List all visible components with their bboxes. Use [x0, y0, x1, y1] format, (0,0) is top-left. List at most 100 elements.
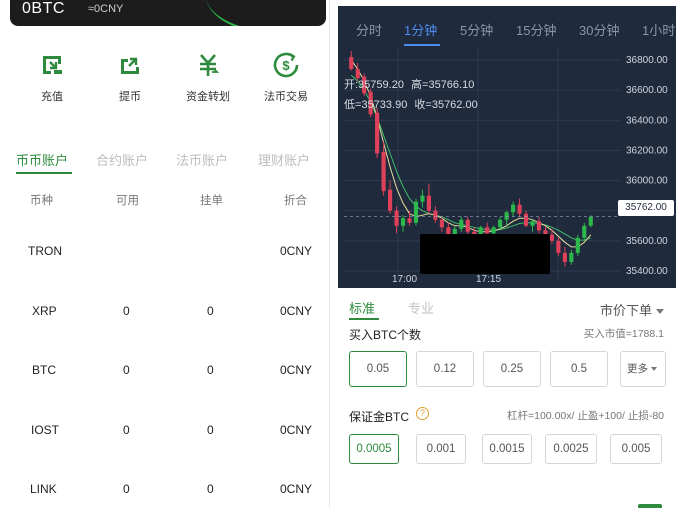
y-tick-label: 36400.00 [626, 115, 668, 126]
y-tick-label: 35400.00 [626, 266, 668, 277]
ohlc-low-close: 低=35733.90 收=35762.00 [344, 96, 478, 112]
tab-period-1m[interactable]: 1分钟 [404, 20, 437, 39]
deposit-label: 充值 [41, 91, 63, 103]
row-coin: LINK [30, 482, 57, 496]
row-coin: XRP [32, 304, 57, 318]
candle-body [433, 210, 438, 220]
tab-period-timeline[interactable]: 分时 [356, 20, 382, 39]
chevron-down-icon [656, 309, 664, 315]
fiat-trade-label: 法币交易 [264, 91, 308, 103]
active-tab-indicator [16, 172, 72, 174]
y-tick-label: 35600.00 [626, 236, 668, 247]
row-coin: BTC [32, 363, 56, 377]
candle-body [569, 252, 574, 262]
candle-body [575, 237, 580, 253]
withdraw-label: 提币 [119, 91, 141, 103]
candle-body [491, 227, 496, 234]
tab-fiat-account[interactable]: 法币账户 [176, 150, 228, 169]
y-tick-label: 36000.00 [626, 176, 668, 187]
active-period-indicator [404, 44, 440, 46]
header-value: 折合 [284, 195, 307, 207]
candle-body [562, 252, 567, 262]
asset-row-iost[interactable]: IOST 0 0 0CNY [0, 423, 329, 443]
leverage-info: 杠杆=100.00x/ 止盈+100/ 止损-80 [507, 410, 664, 422]
deposit-icon [37, 50, 67, 80]
withdraw-button[interactable]: 提币 [90, 50, 170, 104]
ohlc-open-high: 开:35759.20 高=35766.10 [344, 76, 474, 92]
close-value: 35762.00 [431, 99, 478, 111]
tab-contract-account[interactable]: 合约账户 [96, 150, 148, 169]
x-label-1700: 17:00 [392, 274, 418, 285]
transfer-button[interactable]: 资金转划 [168, 50, 248, 104]
row-value: 0CNY [280, 304, 313, 318]
high-value: 35766.10 [428, 79, 475, 91]
order-type-select[interactable]: 市价下单 [600, 300, 664, 319]
tab-standard[interactable]: 标准 [349, 298, 375, 317]
qty-option-0.5[interactable]: 0.5 [550, 351, 608, 387]
close-label: 收= [414, 99, 432, 111]
tab-spot-account[interactable]: 币币账户 [16, 150, 68, 169]
order-tab-indicator [349, 318, 379, 320]
row-orders: 0 [207, 423, 214, 437]
header-orders: 挂单 [200, 195, 223, 207]
transfer-label: 资金转划 [186, 91, 230, 103]
tab-period-5m[interactable]: 5分钟 [460, 20, 493, 39]
period-tabs: 分时 1分钟 5分钟 15分钟 30分钟 1小时 [338, 6, 676, 48]
qty-option-0.05[interactable]: 0.05 [349, 351, 407, 387]
buy-market-value: 买入市值=1788.1 [583, 328, 664, 340]
y-tick-label: 36800.00 [626, 55, 668, 66]
asset-row-xrp[interactable]: XRP 0 0 0CNY [0, 304, 329, 324]
row-available: 0 [123, 304, 130, 318]
deposit-button[interactable]: 充值 [12, 50, 92, 104]
wallet-panel: 0BTC ≈0CNY 充值 提币 资金转划 $ 法币交易 币币账户 合约账户 法… [0, 0, 330, 508]
chevron-down-icon [651, 367, 657, 372]
tab-period-1h[interactable]: 1小时 [642, 20, 675, 39]
row-available: 0 [123, 363, 130, 377]
row-value: 0CNY [280, 423, 313, 437]
tab-period-30m[interactable]: 30分钟 [579, 20, 619, 39]
candle-body [426, 195, 431, 211]
y-tick-label: 36200.00 [626, 145, 668, 156]
transfer-icon [193, 50, 223, 80]
candle-body [498, 219, 503, 228]
candle-body [413, 201, 419, 223]
order-form: 标准 专业 市价下单 买入BTC个数 买入市值=1788.1 0.05 0.12… [338, 288, 676, 508]
asset-row-link[interactable]: LINK 0 0 0CNY [0, 482, 329, 502]
row-orders: 0 [207, 363, 214, 377]
qty-option-0.25[interactable]: 0.25 [483, 351, 541, 387]
wallet-actions: 充值 提币 资金转划 $ 法币交易 [0, 50, 329, 110]
tab-period-15m[interactable]: 15分钟 [516, 20, 556, 39]
candle-body [530, 221, 535, 226]
candle-body [536, 221, 542, 231]
low-label: 低= [344, 99, 362, 111]
account-tabs: 币币账户 合约账户 法币账户 理财账户 [0, 150, 329, 176]
help-icon[interactable]: ? [416, 407, 429, 420]
submit-button-edge[interactable] [638, 504, 662, 508]
fiat-trade-button[interactable]: $ 法币交易 [246, 50, 326, 104]
redacted-area [420, 234, 550, 274]
candle-body [400, 218, 406, 226]
open-value: 35759.20 [358, 79, 404, 91]
asset-row-tron[interactable]: TRON 0CNY [0, 244, 329, 264]
tab-professional[interactable]: 专业 [408, 298, 434, 317]
more-quantities-button[interactable]: 更多 [620, 351, 666, 387]
header-coin: 币种 [30, 195, 53, 207]
row-coin: TRON [28, 244, 62, 258]
row-value: 0CNY [280, 244, 313, 258]
order-type-value: 市价下单 [599, 303, 652, 318]
high-label: 高= [411, 79, 429, 91]
qty-option-0.12[interactable]: 0.12 [416, 351, 474, 387]
candle-body [349, 57, 354, 70]
candle-body [439, 219, 444, 228]
candle-body [485, 227, 490, 234]
margin-option-0.0005[interactable]: 0.0005 [349, 434, 399, 464]
margin-option-0.001[interactable]: 0.001 [416, 434, 466, 464]
asset-row-btc[interactable]: BTC 0 0 0CNY [0, 363, 329, 383]
tab-finance-account[interactable]: 理财账户 [258, 150, 310, 169]
row-value: 0CNY [280, 363, 313, 377]
margin-option-0.0025[interactable]: 0.0025 [545, 434, 597, 464]
margin-option-0.005[interactable]: 0.005 [610, 434, 662, 464]
candle-body [394, 210, 399, 226]
margin-option-0.0015[interactable]: 0.0015 [482, 434, 532, 464]
row-coin: IOST [31, 423, 60, 437]
